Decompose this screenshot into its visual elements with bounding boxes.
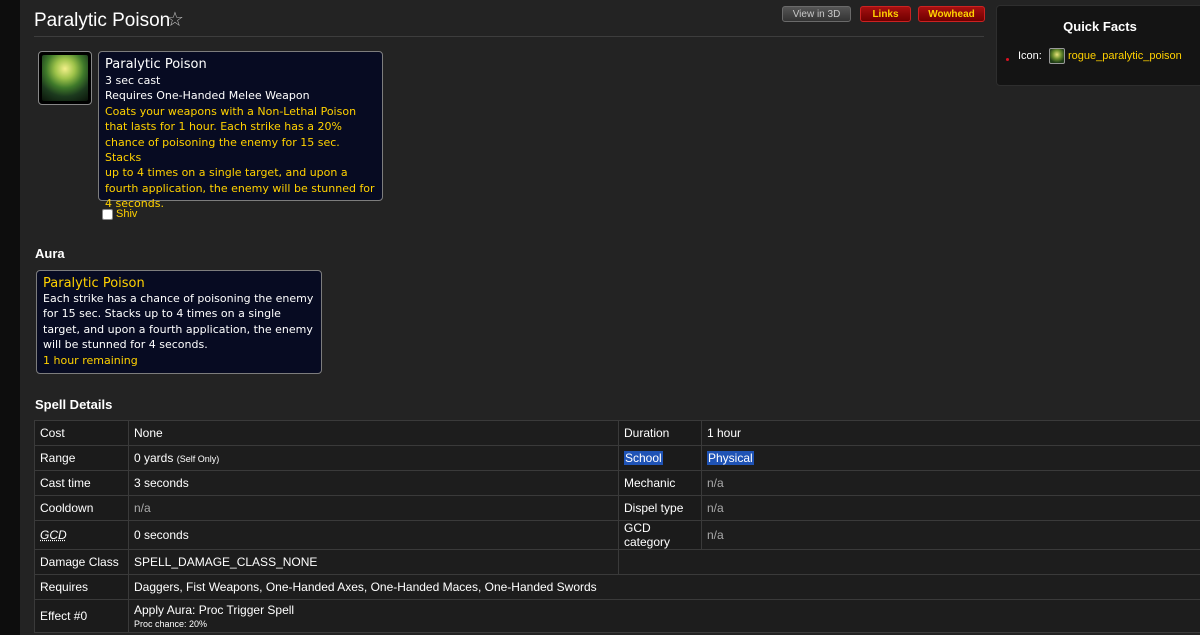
aura-description-line: Each strike has a chance of poisoning th… xyxy=(43,292,314,305)
effect-label: Effect #0 xyxy=(34,599,129,633)
aura-name: Paralytic Poison xyxy=(43,276,145,291)
gcd-category-value: n/a xyxy=(701,520,1200,550)
effect-cell: Apply Aura: Proc Trigger Spell Proc chan… xyxy=(128,599,1200,633)
table-row: Cooldown n/a Dispel type n/a xyxy=(34,495,1200,521)
shiv-link[interactable]: Shiv xyxy=(116,208,137,220)
mechanic-value: n/a xyxy=(701,470,1200,496)
quick-facts-title: Quick Facts xyxy=(1063,19,1137,34)
favorite-star-icon[interactable]: ☆ xyxy=(166,8,184,32)
tooltip-description-line: up to 4 times on a single target, and up… xyxy=(105,166,348,180)
table-row: Cost None Duration 1 hour xyxy=(34,420,1200,446)
spell-details-heading: Spell Details xyxy=(35,397,113,412)
cooldown-label: Cooldown xyxy=(34,495,129,521)
tooltip-cast-time: 3 sec cast xyxy=(105,74,161,87)
cast-time-label: Cast time xyxy=(34,470,129,496)
dispel-type-value: n/a xyxy=(701,495,1200,521)
bullet-icon xyxy=(1006,58,1009,61)
aura-remaining: 1 hour remaining xyxy=(43,353,138,367)
table-row: Range 0 yards (Self Only) School Physica… xyxy=(34,445,1200,471)
spell-small-icon[interactable] xyxy=(1049,48,1065,64)
shiv-checkbox[interactable] xyxy=(102,209,113,220)
aura-tooltip: Paralytic Poison Each strike has a chanc… xyxy=(36,270,322,374)
damage-class-value: SPELL_DAMAGE_CLASS_NONE xyxy=(128,549,619,575)
spell-tooltip: Paralytic Poison 3 sec cast Requires One… xyxy=(98,51,383,210)
requires-value: Daggers, Fist Weapons, One-Handed Axes, … xyxy=(128,574,1200,600)
mechanic-label: Mechanic xyxy=(618,470,702,496)
tooltip-description-line: 4 seconds. xyxy=(105,197,164,211)
duration-label: Duration xyxy=(618,420,702,446)
dispel-type-label: Dispel type xyxy=(618,495,702,521)
damage-class-label: Damage Class xyxy=(34,549,129,575)
empty-cell xyxy=(618,549,1200,575)
wowhead-button[interactable]: Wowhead xyxy=(918,6,985,22)
school-value: Physical xyxy=(707,451,754,465)
quick-facts-panel: Quick Facts Icon: rogue_paralytic_poison xyxy=(996,5,1200,86)
view-in-3d-button[interactable]: View in 3D xyxy=(782,6,851,22)
tooltip-description-line: fourth application, the enemy will be st… xyxy=(105,181,375,195)
table-row: Cast time 3 seconds Mechanic n/a xyxy=(34,470,1200,496)
aura-description-line: target, and upon a fourth application, t… xyxy=(43,322,313,336)
school-value-cell: Physical xyxy=(701,445,1200,471)
tooltip-description-line: that lasts for 1 hour. Each strike has a… xyxy=(105,120,342,134)
aura-heading: Aura xyxy=(35,246,65,261)
cost-value: None xyxy=(128,420,619,446)
range-value: 0 yards xyxy=(134,451,174,465)
aura-description-line: for 15 sec. Stacks up to 4 times on a si… xyxy=(43,307,281,321)
cast-time-value: 3 seconds xyxy=(128,470,619,496)
icon-name-link[interactable]: rogue_paralytic_poison xyxy=(1068,50,1182,62)
range-cell: 0 yards (Self Only) xyxy=(128,445,619,471)
tooltip-spell-name: Paralytic Poison xyxy=(105,57,207,72)
gcd-label[interactable]: GCD xyxy=(40,528,67,542)
left-sidebar-strip xyxy=(0,0,20,635)
range-note: (Self Only) xyxy=(176,454,220,464)
gcd-value: 0 seconds xyxy=(128,520,619,550)
spell-icon[interactable] xyxy=(38,51,92,105)
aura-description-line: will be stunned for 4 seconds. xyxy=(43,338,208,352)
quick-facts-icon-label: Icon: xyxy=(1018,50,1042,62)
table-row: Requires Daggers, Fist Weapons, One-Hand… xyxy=(34,574,1200,600)
duration-value: 1 hour xyxy=(701,420,1200,446)
cost-label: Cost xyxy=(34,420,129,446)
cooldown-value: n/a xyxy=(128,495,619,521)
tooltip-description-line: chance of poisoning the enemy for 15 sec… xyxy=(105,135,340,165)
table-row: Damage Class SPELL_DAMAGE_CLASS_NONE xyxy=(34,549,1200,575)
effect-proc-chance: Proc chance: 20% xyxy=(134,619,208,629)
school-label-cell: School xyxy=(618,445,702,471)
table-row: GCD 0 seconds GCD category n/a xyxy=(34,520,1200,550)
effect-value: Apply Aura: Proc Trigger Spell xyxy=(134,603,295,617)
school-label: School xyxy=(624,451,663,465)
gcd-label-cell: GCD xyxy=(34,520,129,550)
poison-icon xyxy=(42,55,88,101)
tooltip-description-line: Coats your weapons with a Non-Lethal Poi… xyxy=(105,104,357,118)
gcd-category-label: GCD category xyxy=(618,520,702,550)
table-row: Effect #0 Apply Aura: Proc Trigger Spell… xyxy=(34,599,1200,633)
links-button[interactable]: Links xyxy=(860,6,911,22)
tooltip-requirement: Requires One-Handed Melee Weapon xyxy=(105,89,310,103)
page-title: Paralytic Poison xyxy=(34,10,171,31)
spell-details-table: Cost None Duration 1 hour Range 0 yards … xyxy=(34,420,1200,633)
title-divider xyxy=(34,36,984,37)
range-label: Range xyxy=(34,445,129,471)
requires-label: Requires xyxy=(34,574,129,600)
